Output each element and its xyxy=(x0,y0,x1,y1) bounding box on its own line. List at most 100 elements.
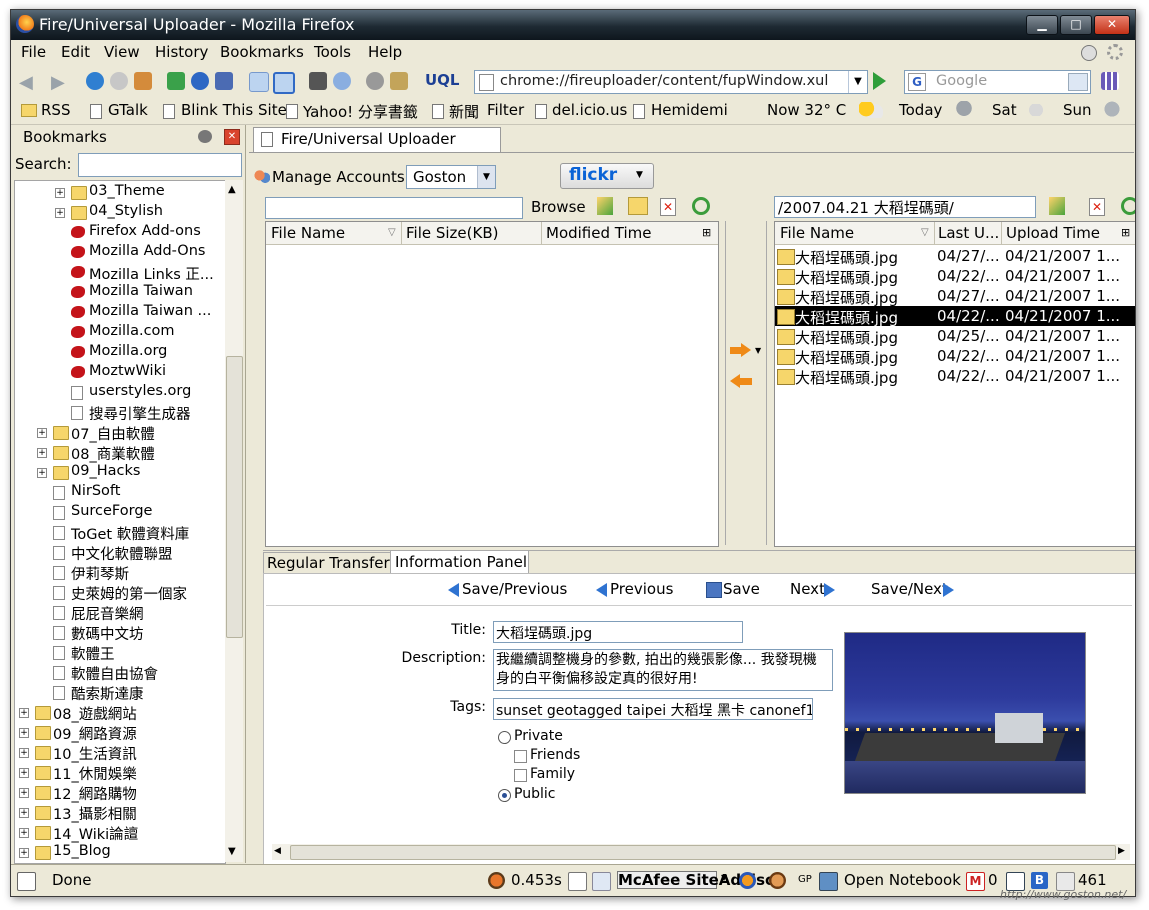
fasterfox-icon[interactable] xyxy=(488,872,505,889)
close-sidebar-icon[interactable]: ✕ xyxy=(224,129,240,145)
menu-edit[interactable]: Edit xyxy=(61,43,90,61)
grid-icon[interactable] xyxy=(1101,72,1119,90)
friends-checkbox[interactable] xyxy=(514,750,527,763)
bookmarks-tree[interactable]: +03_Theme +04_Stylish Firefox Add-ons Mozil… xyxy=(14,180,226,864)
column-picker-icon[interactable]: ⊞ xyxy=(702,226,711,239)
home-icon[interactable] xyxy=(134,72,152,90)
remote-file-row[interactable]: 大稻埕碼頭.jpg 04/25/... 04/21/2007 1... xyxy=(775,326,1135,347)
bookmark-yahoo[interactable]: Yahoo! 分享書籤 xyxy=(303,101,418,122)
upload-arrow-icon[interactable] xyxy=(730,343,752,357)
firefox-small-icon[interactable] xyxy=(739,872,756,889)
google-engine-icon[interactable]: G xyxy=(908,73,926,91)
url-dropdown-icon[interactable]: ▼ xyxy=(848,71,867,93)
remote-file-row[interactable]: 大稻埕碼頭.jpg 04/22/... 04/21/2007 1... xyxy=(775,346,1135,367)
manage-accounts-button[interactable]: Manage Accounts xyxy=(272,168,405,186)
browse-button[interactable]: Browse xyxy=(531,198,586,216)
save-previous-button[interactable]: Save/Previous xyxy=(448,580,567,598)
chevron-down-icon[interactable]: ▼ xyxy=(477,166,495,188)
column-file-size[interactable]: File Size(KB) xyxy=(406,224,499,242)
save-next-button[interactable]: Save/Next xyxy=(871,580,954,598)
monkey-icon[interactable] xyxy=(769,872,786,889)
transfer-menu-icon[interactable]: ▼ xyxy=(755,346,761,355)
tab-fire-uploader[interactable]: Fire/Universal Uploader xyxy=(253,127,501,152)
folder-up-icon[interactable] xyxy=(1049,197,1065,215)
download-arrow-icon[interactable] xyxy=(730,374,752,388)
expand-toggle-icon[interactable]: + xyxy=(19,848,29,858)
search-bar[interactable]: G Google xyxy=(904,70,1091,94)
bookmark-filter[interactable]: Filter xyxy=(487,101,524,119)
notes-icon[interactable] xyxy=(592,872,611,891)
puzzle-icon[interactable] xyxy=(390,72,408,90)
open-notebook-button[interactable]: Open Notebook xyxy=(844,871,961,889)
gp-label[interactable]: GP xyxy=(798,874,812,885)
remote-file-row[interactable]: 大稻埕碼頭.jpg 04/27/... 04/21/2007 1... xyxy=(775,246,1135,267)
scroll-up-icon[interactable]: ▲ xyxy=(228,184,236,195)
sidebar-scroll-thumb[interactable] xyxy=(226,356,243,638)
expand-toggle-icon[interactable]: + xyxy=(55,208,65,218)
scroll-right-icon[interactable]: ▶ xyxy=(1118,846,1125,856)
download-icon[interactable] xyxy=(167,72,185,90)
private-radio[interactable] xyxy=(498,731,511,744)
back-icon[interactable]: ◀ xyxy=(19,72,33,93)
blog-icon[interactable]: B xyxy=(1031,872,1048,889)
tab-information-panel[interactable]: Information Panel xyxy=(390,550,529,574)
url-bar[interactable]: chrome://fireuploader/content/fupWindow.… xyxy=(474,70,868,94)
search-icon[interactable] xyxy=(1068,73,1088,91)
column-file-name[interactable]: File Name xyxy=(271,224,345,242)
menu-view[interactable]: View xyxy=(104,43,140,61)
expand-toggle-icon[interactable]: + xyxy=(37,428,47,438)
column-modified-time[interactable]: Modified Time xyxy=(546,224,651,242)
bookmark-rss[interactable]: RSS xyxy=(41,101,70,119)
remote-file-list[interactable]: File Name ▽ Last U... Upload Time ⊞ 大稻埕碼… xyxy=(774,221,1135,547)
bookmark-news[interactable]: 新聞 xyxy=(449,101,479,122)
bookmarks-sidebar-icon[interactable] xyxy=(273,72,295,94)
tags-field[interactable]: sunset geotagged taipei 大稻埕 黑卡 canonef17… xyxy=(493,698,813,720)
account-select[interactable]: Goston ▼ xyxy=(406,165,496,189)
previous-button[interactable]: Previous xyxy=(596,580,673,598)
refresh-icon[interactable] xyxy=(1121,197,1135,215)
menu-bookmarks[interactable]: Bookmarks xyxy=(220,43,304,61)
weather-sun[interactable]: Sun xyxy=(1063,101,1092,119)
edit-icon[interactable] xyxy=(568,872,587,891)
next-button[interactable]: Next xyxy=(790,580,835,598)
expand-toggle-icon[interactable]: + xyxy=(19,708,29,718)
expand-toggle-icon[interactable]: + xyxy=(37,468,47,478)
web-icon[interactable] xyxy=(333,72,351,90)
scroll-thumb[interactable] xyxy=(290,845,1116,860)
hand-icon[interactable] xyxy=(215,72,233,90)
forward-icon[interactable]: ▶ xyxy=(51,72,65,93)
column-picker-icon[interactable]: ⊞ xyxy=(1121,226,1130,239)
menu-history[interactable]: History xyxy=(155,43,208,61)
title-field[interactable]: 大稻埕碼頭.jpg xyxy=(493,621,743,643)
expand-toggle-icon[interactable]: + xyxy=(19,788,29,798)
close-button[interactable]: ✕ xyxy=(1094,15,1130,35)
sync-icon[interactable] xyxy=(191,72,209,90)
tab-regular-transfer[interactable]: Regular Transfer xyxy=(263,552,391,573)
remote-file-row[interactable]: 大稻埕碼頭.jpg 04/22/... 04/21/2007 1... xyxy=(775,366,1135,387)
weather-today[interactable]: Today xyxy=(899,101,942,119)
scroll-left-icon[interactable]: ◀ xyxy=(274,846,281,856)
expand-toggle-icon[interactable]: + xyxy=(19,808,29,818)
sidebar-icon[interactable] xyxy=(249,72,269,92)
expand-toggle-icon[interactable]: + xyxy=(19,748,29,758)
weather-sat[interactable]: Sat xyxy=(992,101,1017,119)
go-icon[interactable] xyxy=(873,72,886,90)
expand-toggle-icon[interactable]: + xyxy=(37,448,47,458)
stop-icon[interactable] xyxy=(110,72,128,90)
menu-help[interactable]: Help xyxy=(368,43,402,61)
chevron-down-icon[interactable]: ▼ xyxy=(721,873,727,882)
gear-icon[interactable] xyxy=(366,72,384,90)
scroll-down-icon[interactable]: ▼ xyxy=(228,846,236,857)
remote-file-row[interactable]: 大稻埕碼頭.jpg 04/22/... 04/21/2007 1... xyxy=(775,266,1135,287)
new-folder-icon[interactable] xyxy=(628,197,648,215)
sidebar-search-input[interactable] xyxy=(78,153,242,177)
remote-path-input[interactable]: /2007.04.21 大稻埕碼頭/ xyxy=(774,196,1036,218)
save-button[interactable]: Save xyxy=(706,580,760,598)
column-file-name[interactable]: File Name xyxy=(780,224,854,242)
menu-file[interactable]: File xyxy=(21,43,46,61)
column-upload-time[interactable]: Upload Time xyxy=(1006,224,1100,242)
bookmark-blink[interactable]: Blink This Site xyxy=(181,101,287,119)
expand-toggle-icon[interactable]: + xyxy=(55,188,65,198)
expand-toggle-icon[interactable]: + xyxy=(19,828,29,838)
service-select[interactable]: flickr ▼ xyxy=(560,163,654,189)
